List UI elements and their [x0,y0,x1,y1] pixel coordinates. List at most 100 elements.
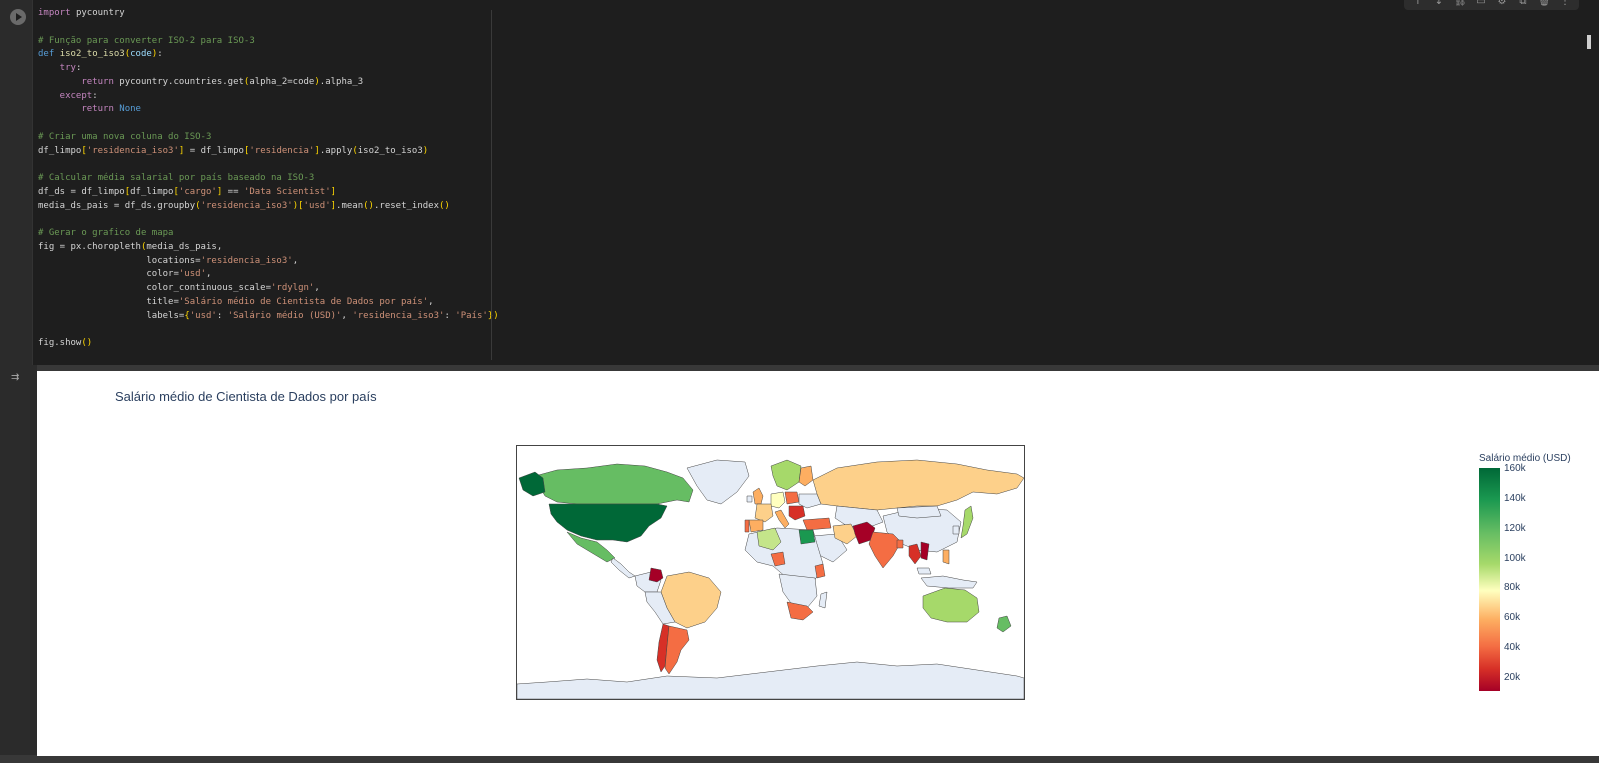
code-token: 'residencia_iso3' [200,200,293,211]
gear-icon[interactable]: ⚙ [1496,0,1508,7]
country-finland[interactable] [798,465,814,487]
mirror-icon[interactable]: ⧉ [1517,0,1529,7]
country-mongolia[interactable] [896,505,942,519]
code-token: : [216,310,228,321]
code-token: df_ds = df_limpo [38,186,125,197]
country-argentina[interactable] [664,625,690,675]
country-central-africa[interactable] [778,573,818,609]
code-line: try: [38,62,1438,76]
code-line: # Criar uma nova coluna do ISO-3 [38,131,1438,145]
code-token: pycountry.countries.get [119,76,244,87]
country-turkey[interactable] [802,517,832,531]
arrow-down-icon[interactable]: ↓ [1433,0,1445,7]
code-token: : [157,49,163,60]
country-bangladesh[interactable] [896,539,904,549]
code-token: iso2_to_iso3 [357,145,423,156]
colorbar-tick-label: 100k [1504,552,1526,564]
colorbar-tick-label: 60k [1504,612,1521,624]
code-token: == [222,186,244,197]
country-vietnam[interactable] [920,541,930,561]
country-kenya[interactable] [814,563,826,579]
country-india[interactable] [868,531,902,569]
code-line: except: [38,90,1438,104]
colorbar [1479,468,1500,691]
country-scandinavia[interactable] [770,459,802,491]
code-line: def iso2_to_iso3(code): [38,48,1438,62]
country-balkans[interactable] [788,505,806,521]
country-philippines[interactable] [942,549,950,565]
run-cell-button[interactable] [10,9,26,25]
code-token: code [130,49,152,60]
country-ireland[interactable] [746,495,753,503]
country-canada[interactable] [534,463,694,505]
code-token: 'residencia_iso3' [352,310,445,321]
code-token: 'residencia_iso3' [200,255,293,266]
code-token: , [428,296,434,307]
country-poland[interactable] [784,491,800,505]
arrow-up-icon[interactable]: ↑ [1412,0,1424,7]
code-token: 'residencia_iso3' [86,145,179,156]
country-malaysia[interactable] [916,567,932,575]
code-token: ) [422,145,429,156]
country-central-america[interactable] [610,557,636,579]
choropleth-map[interactable] [516,445,1025,700]
code-token: # Gerar o grafico de mapa [38,228,174,238]
editor-scrollbar[interactable] [1587,35,1591,49]
country-usa[interactable] [548,503,668,543]
country-italy[interactable] [774,509,790,529]
country-south-korea[interactable] [952,525,960,535]
code-line: media_ds_pais = df_ds.groupby('residenci… [38,200,1438,214]
code-cell[interactable]: ↑ ↓ ⛓ ▭ ⚙ ⧉ 🗑 ⋮ import pycountry # Função… [0,0,1599,365]
code-token: color_continuous_scale= [38,283,271,293]
comment-icon[interactable]: ▭ [1475,0,1487,7]
link-icon[interactable]: ⛓ [1454,0,1467,7]
country-indonesia[interactable] [920,575,978,589]
code-line: return None [38,103,1438,117]
code-token: 'usd' [178,269,206,280]
code-token: iso2_to_iso3 [59,49,125,60]
code-token: .reset_index [373,200,440,211]
country-australia[interactable] [922,587,980,623]
code-token: : [75,63,82,73]
country-united-kingdom[interactable] [752,487,764,505]
code-line: return pycountry.countries.get(alpha_2=c… [38,76,1438,90]
country-portugal[interactable] [744,519,750,533]
code-line: fig = px.choropleth(media_ds_pais, [38,241,1438,255]
colorbar-tick-label: 80k [1504,582,1521,594]
country-antarctica[interactable] [517,661,1024,699]
output-collapse-icon[interactable]: ⇉ [11,372,25,384]
country-france[interactable] [754,503,774,523]
code-token: 'Salário médio de Cientista de Dados por… [178,296,429,307]
country-germany[interactable] [770,491,786,509]
country-russia[interactable] [812,459,1024,511]
editor-ruler [491,10,492,360]
delete-icon[interactable]: 🗑 [1538,0,1551,7]
code-line: title='Salário médio de Cientista de Dad… [38,296,1438,310]
code-line: locations='residencia_iso3', [38,255,1438,269]
bottom-border [0,756,1599,763]
code-token: None [119,104,141,115]
code-token: alpha_2=code [249,76,315,87]
country-japan[interactable] [960,505,974,539]
country-spain[interactable] [748,519,764,533]
more-icon[interactable]: ⋮ [1559,0,1571,7]
country-madagascar[interactable] [818,591,828,609]
code-token: title= [38,296,179,307]
code-editor[interactable]: import pycountry # Função para converter … [38,7,1438,351]
code-token: , [205,269,212,280]
country-egypt[interactable] [798,529,816,545]
code-token: , [341,310,353,321]
code-token: .alpha_3 [319,76,364,87]
colorbar-tick-label: 40k [1504,642,1521,654]
country-new-zealand[interactable] [996,615,1012,633]
code-token: .apply [319,145,353,156]
code-token: # Função para converter ISO-2 para ISO-3 [38,35,255,46]
code-token: = df_limpo [184,145,244,156]
colorbar-tick-label: 20k [1504,672,1521,683]
country-greenland[interactable] [686,459,750,505]
colorbar-tick-label: 140k [1504,492,1526,504]
code-token: return [38,76,120,87]
